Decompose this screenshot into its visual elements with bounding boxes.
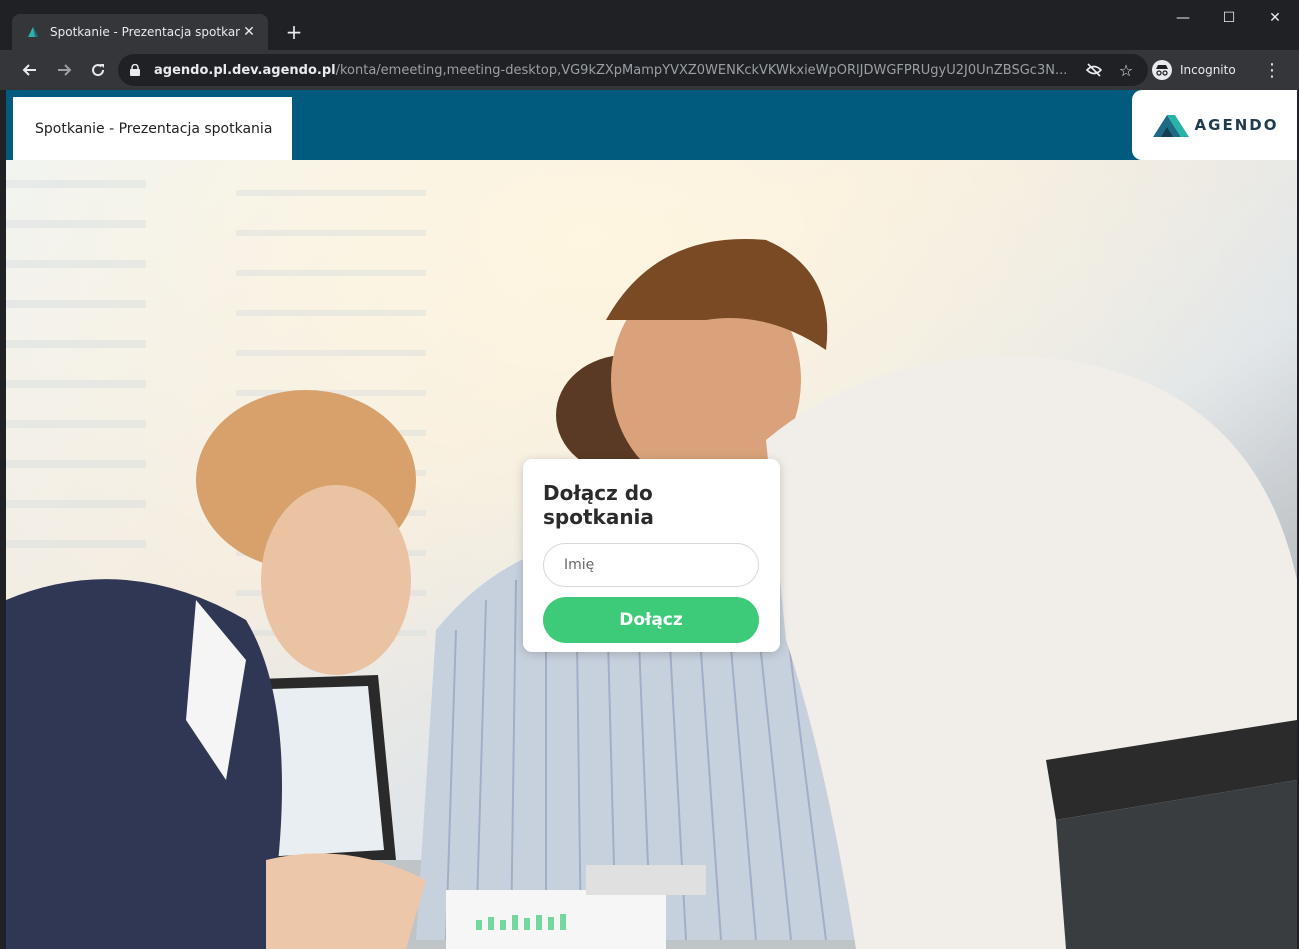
site-favicon-icon	[26, 25, 40, 39]
new-tab-button[interactable]: +	[282, 20, 306, 44]
tab-strip: Spotkanie - Prezentacja spotkania ✕ + — …	[0, 0, 1299, 50]
page-viewport: Spotkanie - Prezentacja spotkania AGENDO…	[6, 90, 1297, 949]
incognito-label: Incognito	[1180, 63, 1236, 77]
url-host: agendo.pl.dev.agendo.pl	[154, 62, 336, 78]
address-bar[interactable]: agendo.pl.dev.agendo.pl/konta/emeeting,m…	[118, 54, 1148, 86]
agendo-logo[interactable]: AGENDO	[1132, 90, 1297, 160]
maximize-button[interactable]: ☐	[1206, 0, 1252, 36]
lock-icon	[130, 64, 144, 76]
url-path: /konta/emeeting,meeting-desktop,VG9kZXpM…	[335, 62, 1068, 78]
site-header: Spotkanie - Prezentacja spotkania AGENDO	[6, 90, 1297, 160]
browser-tab[interactable]: Spotkanie - Prezentacja spotkania ✕	[12, 14, 268, 50]
incognito-indicator[interactable]: Incognito	[1152, 56, 1236, 84]
close-window-button[interactable]: ✕	[1252, 0, 1298, 36]
minimize-button[interactable]: —	[1160, 0, 1206, 36]
page-title-tab: Spotkanie - Prezentacja spotkania	[13, 97, 292, 160]
tab-close-icon[interactable]: ✕	[240, 23, 258, 41]
logo-text: AGENDO	[1194, 116, 1279, 134]
eye-off-icon[interactable]	[1080, 56, 1108, 84]
join-heading: Dołącz do spotkania	[543, 481, 654, 529]
name-input[interactable]	[543, 543, 759, 587]
browser-toolbar: agendo.pl.dev.agendo.pl/konta/emeeting,m…	[0, 50, 1299, 90]
forward-icon[interactable]	[50, 56, 78, 84]
join-button[interactable]: Dołącz	[543, 597, 759, 643]
reload-icon[interactable]	[84, 56, 112, 84]
back-icon[interactable]	[16, 56, 44, 84]
bookmark-star-icon[interactable]: ☆	[1112, 56, 1140, 84]
tab-title: Spotkanie - Prezentacja spotkania	[50, 25, 240, 39]
incognito-icon	[1152, 60, 1172, 80]
browser-menu-icon[interactable]: ⋮	[1262, 56, 1282, 84]
agendo-logo-icon	[1152, 115, 1189, 137]
browser-window: Spotkanie - Prezentacja spotkania ✕ + — …	[0, 0, 1299, 949]
join-meeting-card: Dołącz do spotkania Dołącz	[523, 459, 780, 652]
